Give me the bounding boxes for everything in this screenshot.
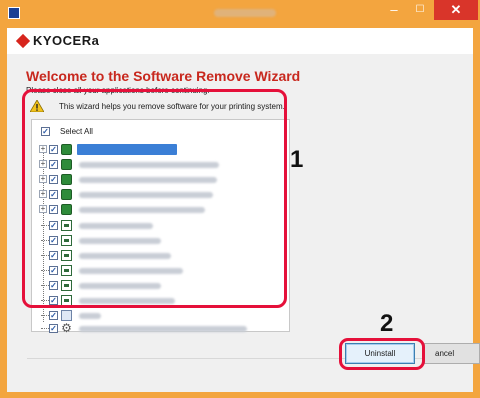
tree-connector [41, 315, 49, 316]
title-bar[interactable]: – ☐ ✕ [0, 0, 480, 28]
brand-logo-text: KYOCERa [33, 33, 100, 48]
maximize-button[interactable]: ☐ [407, 0, 433, 20]
item-label-blurred [79, 313, 101, 319]
font-icon [61, 310, 72, 321]
item-checkbox[interactable]: ✓ [49, 311, 58, 320]
step-number-2: 2 [380, 310, 394, 337]
item-label-blurred [79, 326, 247, 332]
minimize-button[interactable]: – [381, 0, 407, 20]
app-icon [8, 7, 20, 19]
kyocera-logo-icon [15, 33, 31, 49]
highlight-box-tree [22, 89, 287, 308]
tree-connector [41, 328, 49, 329]
window-title-blurred [214, 9, 276, 17]
brand-bar: KYOCERa [7, 28, 473, 54]
item-checkbox[interactable]: ✓ [49, 324, 58, 333]
gear-icon: ⚙ [61, 321, 72, 335]
cancel-button[interactable]: ancel [424, 343, 480, 364]
page-title: Welcome to the Software Remove Wizard [26, 68, 301, 84]
wizard-window: – ☐ ✕ KYOCERa Welcome to the Software Re… [0, 0, 480, 398]
step-number-1: 1 [290, 146, 304, 173]
highlight-box-uninstall [339, 338, 425, 370]
close-button[interactable]: ✕ [434, 0, 478, 20]
